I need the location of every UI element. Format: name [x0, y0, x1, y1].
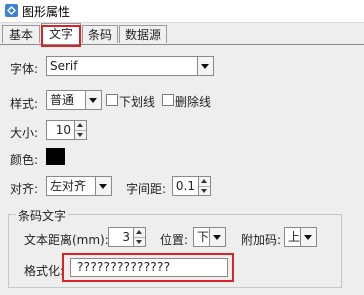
chevron-down-icon[interactable] [197, 57, 213, 75]
underline-label: 下划线 [119, 95, 156, 109]
title-bar: 图形属性 [0, 0, 364, 23]
tab-datasource[interactable]: 数据源 [119, 25, 167, 43]
addon-code-select-value: 上 [288, 230, 300, 244]
format-label: 格式化: [24, 264, 65, 278]
spinner-up-icon[interactable] [199, 177, 210, 187]
spinner-up-icon[interactable] [75, 121, 86, 131]
size-spinner[interactable]: 10 [46, 120, 87, 140]
align-label: 对齐: [10, 182, 39, 196]
chevron-down-icon[interactable] [85, 91, 101, 109]
style-label: 样式: [10, 97, 39, 111]
style-select-value: 普通 [50, 93, 75, 107]
diamond-app-icon [5, 4, 18, 17]
spinner-down-icon[interactable] [75, 131, 86, 140]
letter-spacing-label: 字间距: [126, 182, 167, 196]
text-distance-value[interactable]: 3 [109, 228, 133, 246]
align-select-value: 左对齐 [50, 179, 87, 193]
color-label: 颜色: [10, 153, 39, 167]
strikethrough-label: 删除线 [175, 95, 212, 109]
spinner-down-icon[interactable] [199, 187, 210, 196]
strikethrough-checkbox[interactable] [162, 94, 174, 106]
position-select-value: 下 [197, 230, 209, 244]
text-distance-spinner[interactable]: 3 [108, 227, 146, 247]
addon-code-label: 附加码: [241, 233, 282, 247]
style-select[interactable]: 普通 [46, 90, 102, 110]
color-swatch[interactable] [46, 148, 65, 165]
text-distance-label: 文本距离(mm): [24, 233, 109, 247]
letter-spacing-value[interactable]: 0.1 [173, 177, 198, 195]
spinner-up-icon[interactable] [134, 228, 145, 238]
barcode-text-group-title: 条码文字 [16, 207, 69, 224]
chevron-down-icon[interactable] [95, 177, 111, 195]
align-select[interactable]: 左对齐 [46, 176, 112, 196]
position-select[interactable]: 下 [193, 227, 226, 247]
format-input[interactable]: ?????????????? [70, 258, 228, 277]
position-label: 位置: [160, 233, 189, 247]
font-label: 字体: [10, 62, 39, 76]
window-title: 图形属性 [22, 5, 71, 19]
tab-basic[interactable]: 基本 [2, 25, 40, 43]
font-select[interactable]: Serif [46, 56, 214, 76]
spinner-down-icon[interactable] [134, 238, 145, 247]
size-value[interactable]: 10 [47, 121, 74, 139]
chevron-down-icon[interactable] [300, 228, 316, 246]
tab-text[interactable]: 文字 [41, 23, 81, 44]
tab-bar: 基本 文字 条码 数据源 [0, 22, 364, 45]
font-select-value: Serif [50, 59, 78, 73]
chevron-down-icon[interactable] [209, 228, 225, 246]
underline-checkbox[interactable] [106, 94, 118, 106]
size-label: 大小: [10, 126, 39, 140]
tab-barcode[interactable]: 条码 [82, 25, 118, 43]
addon-code-select[interactable]: 上 [284, 227, 317, 247]
letter-spacing-spinner[interactable]: 0.1 [172, 176, 211, 196]
